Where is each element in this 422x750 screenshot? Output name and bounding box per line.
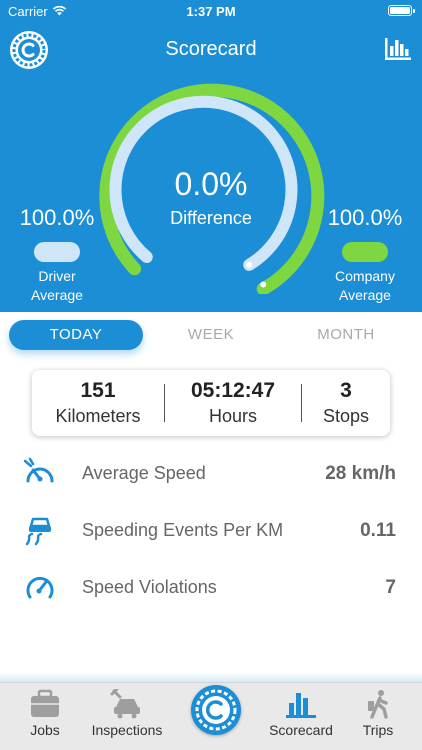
tab-week[interactable]: WEEK	[144, 320, 278, 350]
company-average-label-line1: Company	[335, 268, 395, 284]
briefcase-icon	[31, 689, 59, 717]
tab-today[interactable]: TODAY	[9, 320, 143, 350]
metric-speed-violations: Speed Violations 7	[0, 567, 422, 607]
stat-kilometers: 151 Kilometers	[32, 370, 164, 436]
driver-average-percent: 100.0%	[19, 205, 95, 230]
metric-speeding-events: Speeding Events Per KM 0.11	[0, 510, 422, 550]
nav-inspections[interactable]: Inspections	[84, 683, 170, 750]
page-title: Scorecard	[165, 38, 257, 60]
metric-value: 0.11	[360, 520, 396, 541]
driver-arc-marker	[246, 261, 253, 268]
nav-label: Jobs	[30, 722, 60, 738]
period-tabs: TODAY WEEK MONTH	[0, 312, 422, 358]
stat-kilometers-label: Kilometers	[55, 406, 141, 426]
metric-value: 7	[385, 577, 396, 598]
driver-average-label-line2: Average	[31, 287, 83, 303]
walking-person-icon	[368, 690, 388, 719]
metric-value: 28 km/h	[325, 463, 396, 484]
metric-name: Speeding Events Per KM	[82, 520, 284, 540]
bar-chart-icon[interactable]	[384, 36, 412, 62]
driver-average-swatch	[34, 242, 80, 262]
trip-stats-card: 151 Kilometers 05:12:47 Hours 3 Stops	[32, 370, 390, 436]
nav-label: Inspections	[91, 722, 163, 738]
stat-kilometers-value: 151	[80, 379, 116, 402]
metric-name: Average Speed	[82, 463, 206, 483]
skidding-car-icon	[25, 517, 51, 546]
company-average: 100.0% Company Average	[310, 205, 420, 305]
battery-icon	[388, 5, 415, 16]
wrench-car-icon	[110, 689, 140, 719]
bar-chart-icon	[286, 693, 316, 718]
compass-logo-icon[interactable]	[191, 685, 241, 735]
metric-name: Speed Violations	[82, 577, 217, 597]
speedometer-icon	[23, 457, 54, 483]
scorecard-header-panel: Carrier 1:37 PM Scorecard 0.0% Differenc…	[0, 0, 422, 312]
nav-shadow	[0, 672, 422, 682]
company-average-percent: 100.0%	[327, 205, 403, 230]
tab-month[interactable]: MONTH	[279, 320, 413, 350]
nav-label: Scorecard	[269, 722, 333, 738]
stat-stops: 3 Stops	[302, 370, 390, 436]
company-average-swatch	[342, 242, 388, 262]
stat-hours-label: Hours	[208, 406, 257, 426]
gauge-icon	[26, 576, 54, 599]
nav-label: Trips	[362, 722, 394, 738]
company-average-label-line2: Average	[339, 287, 391, 303]
stat-stops-label: Stops	[322, 406, 370, 426]
stat-hours: 05:12:47 Hours	[165, 370, 301, 436]
company-arc-marker	[260, 281, 267, 288]
metric-average-speed: Average Speed 28 km/h	[0, 453, 422, 493]
driver-average-label-line1: Driver	[38, 268, 76, 284]
status-bar: Carrier 1:37 PM	[0, 0, 422, 22]
stat-stops-value: 3	[340, 379, 352, 402]
nav-scorecard[interactable]: Scorecard	[262, 683, 340, 750]
stat-hours-value: 05:12:47	[190, 379, 276, 402]
nav-trips[interactable]: Trips	[348, 683, 408, 750]
difference-value: 0.0%	[174, 166, 248, 202]
driver-average: 100.0% Driver Average	[2, 205, 112, 305]
status-time: 1:37 PM	[186, 4, 236, 19]
nav-jobs[interactable]: Jobs	[14, 683, 76, 750]
